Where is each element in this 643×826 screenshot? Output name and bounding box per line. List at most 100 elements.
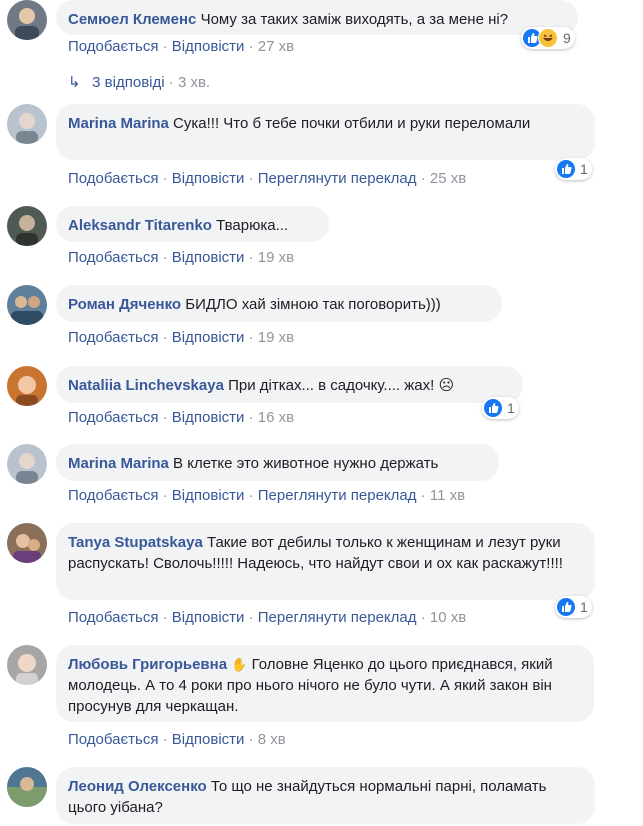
avatar[interactable]: [7, 285, 47, 325]
comment-author[interactable]: Nataliia Linchevskaya: [68, 377, 224, 394]
comment-time[interactable]: 19 хв: [258, 249, 294, 266]
like-link[interactable]: Подобається: [68, 731, 158, 748]
replies-count[interactable]: 3 відповіді: [92, 74, 164, 91]
comment-author[interactable]: Леонид Олексенко: [68, 778, 207, 795]
like-link[interactable]: Подобається: [68, 38, 158, 55]
like-reaction-icon: [484, 399, 502, 417]
user-photo-icon: [13, 534, 41, 563]
comment-bubble: Nataliia Linchevskaya При дітках... в са…: [56, 366, 523, 403]
reply-link[interactable]: Відповісти: [172, 609, 245, 626]
comment-bubble: Роман Дяченко БИДЛО хай зімною так погов…: [56, 285, 502, 322]
reply-link[interactable]: Відповісти: [172, 731, 245, 748]
reaction-number: 1: [507, 400, 515, 416]
comment-time[interactable]: 8 хв: [258, 731, 286, 748]
comment-bubble: Леонид Олексенко То що не знайдуться нор…: [56, 767, 595, 824]
comment-actions: Подобається · Відповісти · 27 хв: [68, 38, 295, 55]
avatar[interactable]: [7, 206, 47, 246]
user-photo-icon: [7, 777, 47, 807]
like-link[interactable]: Подобається: [68, 249, 158, 266]
avatar[interactable]: [7, 444, 47, 484]
translate-link[interactable]: Переглянути переклад: [258, 487, 417, 504]
comment-author[interactable]: Tanya Stupatskaya: [68, 534, 203, 551]
like-reaction-icon: [557, 598, 575, 616]
reply-link[interactable]: Відповісти: [172, 38, 245, 55]
comment: Marina Marina В клетке это животное нужн…: [0, 444, 643, 514]
avatar[interactable]: [7, 645, 47, 685]
comment-time[interactable]: 16 хв: [258, 409, 294, 426]
comment-author[interactable]: Семюел Клеменс: [68, 11, 196, 28]
comment-bubble: Marina Marina В клетке это животное нужн…: [56, 444, 499, 481]
comment-time[interactable]: 11 хв: [430, 487, 465, 504]
comment-time[interactable]: 10 хв: [430, 609, 466, 626]
reaction-count[interactable]: 1: [555, 158, 592, 180]
reaction-count[interactable]: 9: [521, 27, 575, 49]
like-link[interactable]: Подобається: [68, 609, 158, 626]
user-photo-icon: [16, 376, 38, 406]
comment-actions: Подобається · Відповісти · 16 хв: [68, 409, 295, 426]
comment-bubble: Tanya Stupatskaya Такие вот дебилы тольк…: [56, 523, 595, 600]
comment-bubble: Aleksandr Titarenko Тварюка...: [56, 206, 329, 242]
comment-actions: Подобається · Відповісти · 19 хв: [68, 329, 295, 346]
avatar[interactable]: [7, 767, 47, 807]
user-photo-icon: [11, 296, 43, 325]
comment-bubble: Любовь Григорьевна ✋ Головне Яценко до ц…: [56, 645, 594, 722]
reaction-number: 1: [580, 161, 588, 177]
haha-reaction-icon: [538, 28, 558, 48]
comment-time[interactable]: 25 хв: [430, 170, 466, 187]
comment-author[interactable]: Marina Marina: [68, 455, 169, 472]
comment-author[interactable]: Роман Дяченко: [68, 296, 181, 313]
avatar[interactable]: [7, 366, 47, 406]
translate-link[interactable]: Переглянути переклад: [258, 170, 417, 187]
comment: Леонид Олексенко То що не знайдуться нор…: [0, 767, 643, 826]
reply-arrow-icon: ↳: [68, 74, 81, 91]
reply-link[interactable]: Відповісти: [172, 329, 245, 346]
comment: Aleksandr Titarenko Тварюка... Подобаєть…: [0, 206, 643, 276]
comment-time[interactable]: 27 хв: [258, 38, 294, 55]
like-reaction-icon: [557, 160, 575, 178]
view-replies-link[interactable]: ↳ 3 відповіді · 3 хв.: [68, 73, 210, 91]
like-link[interactable]: Подобається: [68, 409, 158, 426]
comment: Любовь Григорьевна ✋ Головне Яценко до ц…: [0, 645, 643, 755]
comment: Nataliia Linchevskaya При дітках... в са…: [0, 366, 643, 436]
comment-actions: Подобається · Відповісти · Переглянути п…: [68, 609, 467, 626]
reaction-count[interactable]: 1: [555, 596, 592, 618]
comment-text: В клетке это животное нужно держать: [173, 455, 439, 472]
comment: Семюел Клеменс Чому за таких заміж виход…: [0, 0, 643, 91]
comment: Marina Marina Сука!!! Что б тебе почки о…: [0, 104, 643, 194]
reaction-number: 9: [563, 30, 571, 46]
comment-actions: Подобається · Відповісти · 8 хв: [68, 731, 286, 748]
translate-link[interactable]: Переглянути переклад: [258, 609, 417, 626]
like-link[interactable]: Подобається: [68, 487, 158, 504]
avatar[interactable]: [7, 104, 47, 144]
comment-author[interactable]: Marina Marina: [68, 115, 169, 132]
user-photo-icon: [16, 215, 38, 246]
user-photo-icon: [15, 8, 39, 40]
comment-actions: Подобається · Відповісти · 19 хв: [68, 249, 295, 266]
reaction-number: 1: [580, 599, 588, 615]
user-photo-icon: [16, 113, 38, 144]
comment-bubble: Marina Marina Сука!!! Что б тебе почки о…: [56, 104, 595, 160]
waving-hand-icon: ✋: [231, 657, 248, 672]
comment-text: БИДЛО хай зімною так поговорить))): [185, 296, 441, 313]
reply-link[interactable]: Відповісти: [172, 409, 245, 426]
comment: Роман Дяченко БИДЛО хай зімною так погов…: [0, 285, 643, 355]
comment-text: Сука!!! Что б тебе почки отбили и руки п…: [173, 115, 531, 132]
reaction-count[interactable]: 1: [482, 397, 519, 419]
comment-time[interactable]: 19 хв: [258, 329, 294, 346]
comment-author[interactable]: Aleksandr Titarenko: [68, 217, 212, 234]
replies-time: 3 хв.: [177, 74, 211, 91]
reply-link[interactable]: Відповісти: [172, 487, 245, 504]
comment-author[interactable]: Любовь Григорьевна: [68, 656, 227, 673]
reply-link[interactable]: Відповісти: [172, 249, 245, 266]
avatar[interactable]: [7, 0, 47, 40]
comment-bubble: Семюел Клеменс Чому за таких заміж виход…: [56, 0, 578, 35]
user-photo-icon: [16, 654, 38, 685]
like-link[interactable]: Подобається: [68, 329, 158, 346]
like-link[interactable]: Подобається: [68, 170, 158, 187]
comment-text: Тварюка...: [216, 217, 289, 234]
reply-link[interactable]: Відповісти: [172, 170, 245, 187]
comment: Tanya Stupatskaya Такие вот дебилы тольк…: [0, 523, 643, 633]
avatar[interactable]: [7, 523, 47, 563]
comment-text: Чому за таких заміж виходять, а за мене …: [200, 11, 509, 28]
comment-text: При дітках... в садочку.... жах! ☹: [228, 377, 455, 394]
